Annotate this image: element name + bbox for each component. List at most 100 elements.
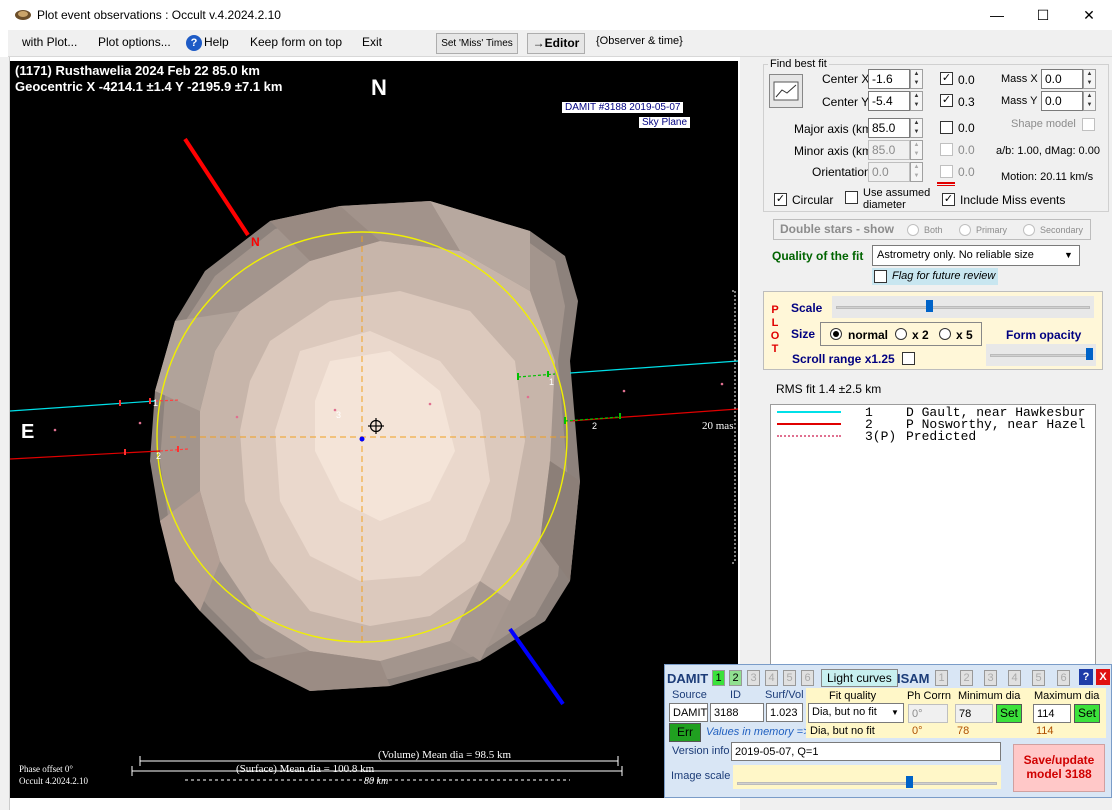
values-in-memory-label: Values in memory => [706, 726, 810, 738]
center-x-step: 0.0 [958, 73, 975, 87]
center-y-checkbox[interactable]: ✓ [940, 94, 953, 107]
both-radio[interactable] [907, 224, 919, 236]
center-y-spinner[interactable]: ▲ ▼ [910, 91, 923, 111]
min-dia-set-button[interactable]: Set [996, 704, 1022, 723]
menu-with-plot[interactable]: with Plot... [22, 35, 77, 49]
scroll-range-checkbox[interactable] [902, 352, 915, 365]
isam-tab-5[interactable]: 5 [1032, 670, 1045, 686]
observer-time-button[interactable]: {Observer & time} [596, 35, 683, 47]
size-x5-radio[interactable] [939, 328, 951, 340]
find-best-fit-button[interactable] [769, 74, 803, 108]
east-label: E [21, 421, 35, 443]
center-x-checkbox[interactable]: ✓ [940, 72, 953, 85]
use-assumed-checkbox[interactable] [845, 191, 858, 204]
isam-tab-4[interactable]: 4 [1008, 670, 1021, 686]
minor-axis-input[interactable]: 85.0 [868, 140, 910, 160]
mass-x-input[interactable]: 0.0 [1041, 69, 1083, 89]
center-y-input[interactable]: -5.4 [868, 91, 910, 111]
damit-tab-6[interactable]: 6 [801, 670, 814, 686]
mass-x-spinner[interactable]: ▲ ▼ [1083, 69, 1096, 89]
menu-exit[interactable]: Exit [362, 35, 382, 49]
major-axis-spinner[interactable]: ▲ ▼ [910, 118, 923, 138]
damit-close-icon[interactable]: X [1096, 669, 1110, 685]
min-dia-field[interactable]: 78 [955, 704, 993, 723]
isam-tab-2[interactable]: 2 [960, 670, 973, 686]
scale-slider-thumb[interactable] [926, 300, 933, 312]
secondary-radio[interactable] [1023, 224, 1035, 236]
size-normal-radio[interactable] [830, 328, 842, 340]
chord-1-line-right [569, 360, 738, 374]
damit-tab-4[interactable]: 4 [765, 670, 778, 686]
isam-tab-6[interactable]: 6 [1057, 670, 1070, 686]
isam-tab-3[interactable]: 3 [984, 670, 997, 686]
major-axis-checkbox[interactable] [940, 121, 953, 134]
include-miss-checkbox[interactable]: ✓ [942, 193, 955, 206]
circular-checkbox[interactable]: ✓ [774, 193, 787, 206]
damit-tab-2[interactable]: 2 [729, 670, 742, 686]
orientation-label: Orientation [812, 165, 871, 179]
image-scale-thumb[interactable] [906, 776, 913, 788]
minor-axis-checkbox[interactable] [940, 143, 953, 156]
menu-help[interactable]: Help [204, 35, 229, 49]
orientation-checkbox[interactable] [940, 165, 953, 178]
ph-corr-field[interactable]: 0° [908, 704, 948, 723]
center-x-input[interactable]: -1.6 [868, 69, 910, 89]
isam-tab-1[interactable]: 1 [935, 670, 948, 686]
mass-y-input[interactable]: 0.0 [1041, 91, 1083, 111]
double-stars-label: Double stars - show [780, 222, 895, 236]
chord-2-left-label: 2 [156, 451, 162, 461]
major-axis-input[interactable]: 85.0 [868, 118, 910, 138]
menu-plot-options[interactable]: Plot options... [98, 35, 171, 49]
surfvol-field[interactable]: 1.023 [766, 703, 803, 722]
max-dia-set-button[interactable]: Set [1074, 704, 1100, 723]
version-info-field[interactable]: 2019-05-07, Q=1 [731, 742, 1001, 761]
opacity-slider[interactable] [986, 344, 1096, 366]
include-miss-label: Include Miss events [960, 193, 1066, 207]
primary-radio[interactable] [959, 224, 971, 236]
center-y-label: Center Y [822, 95, 870, 109]
save-update-model-button[interactable]: Save/update model 3188 [1013, 744, 1105, 792]
geocentric-header: Geocentric X -4214.1 ±1.4 Y -2195.9 ±7.1… [15, 79, 283, 94]
circular-label: Circular [792, 193, 834, 207]
plot-canvas [10, 137, 738, 781]
pole-axis-south [508, 627, 565, 706]
minimize-button[interactable]: — [974, 0, 1020, 30]
damit-help-icon[interactable]: ? [1079, 669, 1093, 685]
image-scale-slider[interactable] [733, 765, 1001, 789]
err-button[interactable]: Err [669, 723, 701, 742]
damit-tab-3[interactable]: 3 [747, 670, 760, 686]
plot-area[interactable]: (1171) Rusthawelia 2024 Feb 22 85.0 km G… [10, 61, 738, 798]
maximize-button[interactable]: ☐ [1020, 0, 1066, 30]
menu-keep-on-top[interactable]: Keep form on top [250, 35, 342, 49]
editor-button[interactable]: →Editor [527, 33, 585, 54]
major-axis-step: 0.0 [958, 121, 975, 135]
damit-tab-1[interactable]: 1 [712, 670, 725, 686]
damit-tab-5[interactable]: 5 [783, 670, 796, 686]
max-dia-field[interactable]: 114 [1033, 704, 1071, 723]
chord-2-line-left [10, 450, 161, 460]
app-icon [15, 10, 31, 20]
fit-quality-select[interactable]: Dia, but no fit [808, 703, 904, 723]
orientation-input[interactable]: 0.0 [868, 162, 910, 182]
id-field[interactable]: 3188 [710, 703, 764, 722]
opacity-slider-thumb[interactable] [1086, 348, 1093, 360]
mass-y-spinner[interactable]: ▲ ▼ [1083, 91, 1096, 111]
size-x2-radio[interactable] [895, 328, 907, 340]
orientation-spinner[interactable]: ▲ ▼ [910, 162, 923, 182]
ph-corr-label: Ph Corrn [907, 690, 952, 702]
set-miss-times-button[interactable]: Set 'Miss' Times [436, 33, 518, 54]
help-icon[interactable]: ? [186, 35, 202, 51]
minor-axis-spinner[interactable]: ▲ ▼ [910, 140, 923, 160]
shape-model-checkbox[interactable] [1082, 118, 1095, 131]
quality-select[interactable]: Astrometry only. No reliable size [872, 245, 1080, 266]
scale-slider[interactable] [832, 296, 1094, 318]
rms-fit-text: RMS fit 1.4 ±2.5 km [776, 382, 882, 396]
light-curves-button[interactable]: Light curves [821, 669, 898, 687]
ab-dmag-text: a/b: 1.00, dMag: 0.00 [996, 145, 1100, 157]
miss-line-swatch [937, 182, 955, 186]
major-axis-label: Major axis (km) [794, 122, 877, 136]
source-field[interactable]: DAMIT [669, 703, 708, 722]
close-button[interactable]: ✕ [1066, 0, 1112, 30]
center-x-spinner[interactable]: ▲ ▼ [910, 69, 923, 89]
flag-review-checkbox[interactable] [874, 270, 887, 283]
